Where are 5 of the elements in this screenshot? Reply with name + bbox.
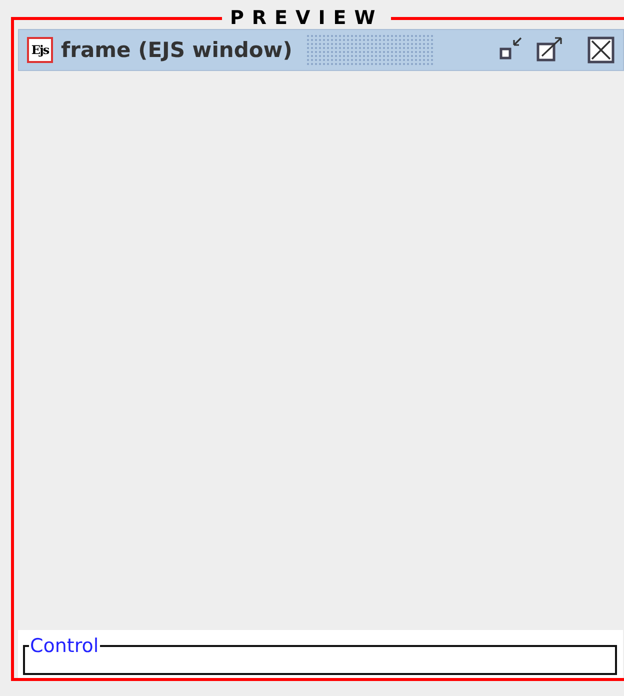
close-icon[interactable] — [587, 36, 615, 64]
control-panel-title: Control — [29, 638, 100, 654]
window-title: frame (EJS window) — [61, 38, 292, 62]
preview-title: PREVIEW — [229, 8, 384, 28]
app-logo: Ejs — [27, 37, 53, 63]
